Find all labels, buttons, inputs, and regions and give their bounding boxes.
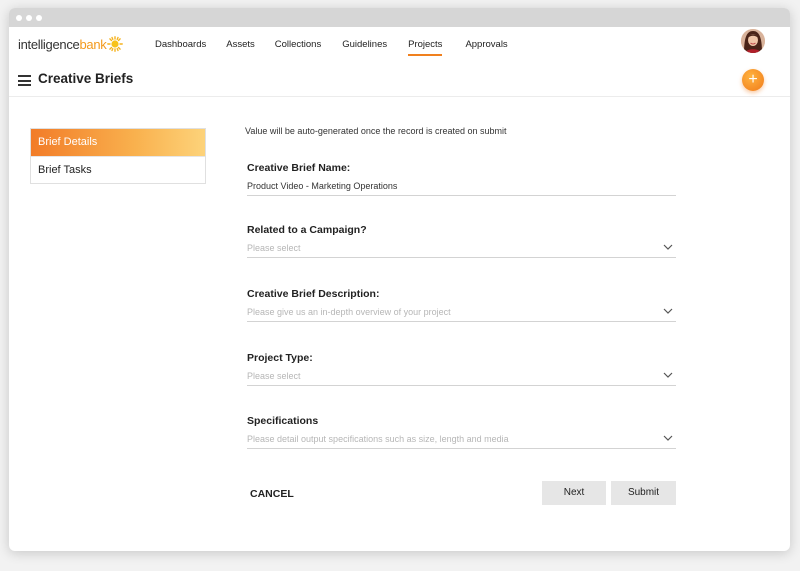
chevron-down-icon	[663, 372, 673, 378]
add-button[interactable]: +	[742, 69, 764, 91]
field-description: Creative Brief Description: Please give …	[247, 288, 676, 322]
nav-collections[interactable]: Collections	[275, 39, 321, 50]
window-dot-minimize[interactable]	[26, 14, 32, 21]
menu-icon[interactable]	[18, 75, 31, 86]
window-dot-close[interactable]	[16, 14, 22, 21]
cancel-button[interactable]: CANCEL	[250, 488, 294, 500]
field-label: Specifications	[247, 415, 319, 427]
nav-guidelines[interactable]: Guidelines	[342, 39, 387, 50]
field-label: Related to a Campaign?	[247, 224, 367, 236]
field-campaign: Related to a Campaign? Please select	[247, 224, 676, 258]
nav-assets[interactable]: Assets	[226, 39, 255, 50]
autogen-note: Value will be auto-generated once the re…	[245, 126, 507, 136]
field-label: Project Type:	[247, 352, 313, 364]
window-titlebar	[9, 8, 790, 27]
chevron-down-icon	[663, 435, 673, 441]
field-label: Creative Brief Name:	[247, 162, 351, 174]
select-placeholder: Please select	[247, 371, 301, 381]
brand-name-part2: bank	[79, 36, 107, 52]
top-navigation: intelligence bank Dashboards Assets Coll…	[9, 27, 790, 63]
page-header: Creative Briefs +	[9, 63, 790, 97]
project-type-select[interactable]: Please select	[247, 368, 676, 386]
nav-projects[interactable]: Projects	[408, 39, 443, 56]
field-brief-name: Creative Brief Name: Product Video - Mar…	[247, 162, 676, 196]
side-tabs: Brief Details Brief Tasks	[30, 128, 206, 184]
page-title: Creative Briefs	[38, 71, 134, 86]
field-specifications: Specifications Please detail output spec…	[247, 415, 676, 449]
chevron-down-icon	[663, 244, 673, 250]
submit-button[interactable]: Submit	[611, 481, 676, 505]
brand-logo[interactable]: intelligence bank	[18, 36, 124, 52]
campaign-select[interactable]: Please select	[247, 240, 676, 258]
brief-form: Value will be auto-generated once the re…	[245, 126, 677, 449]
tab-brief-details[interactable]: Brief Details	[31, 129, 205, 156]
main-nav: Dashboards Assets Collections Guidelines…	[155, 39, 508, 56]
input-placeholder: Please give us an in-depth overview of y…	[247, 307, 451, 317]
brief-name-input[interactable]: Product Video - Marketing Operations	[247, 178, 676, 196]
tab-brief-tasks[interactable]: Brief Tasks	[31, 156, 205, 183]
description-input[interactable]: Please give us an in-depth overview of y…	[247, 304, 676, 322]
nav-approvals[interactable]: Approvals	[465, 39, 507, 50]
field-project-type: Project Type: Please select	[247, 352, 676, 386]
app-window: intelligence bank Dashboards Assets Coll…	[9, 8, 790, 551]
window-dot-maximize[interactable]	[36, 14, 42, 21]
brand-name-part1: intelligence	[18, 36, 80, 52]
chevron-down-icon	[663, 308, 673, 314]
input-placeholder: Please detail output specifications such…	[247, 434, 509, 444]
specifications-input[interactable]: Please detail output specifications such…	[247, 431, 676, 449]
field-label: Creative Brief Description:	[247, 288, 380, 300]
nav-dashboards[interactable]: Dashboards	[155, 39, 206, 50]
sun-icon	[107, 36, 124, 52]
user-avatar[interactable]	[741, 29, 765, 53]
select-placeholder: Please select	[247, 243, 301, 253]
next-button[interactable]: Next	[542, 481, 606, 505]
